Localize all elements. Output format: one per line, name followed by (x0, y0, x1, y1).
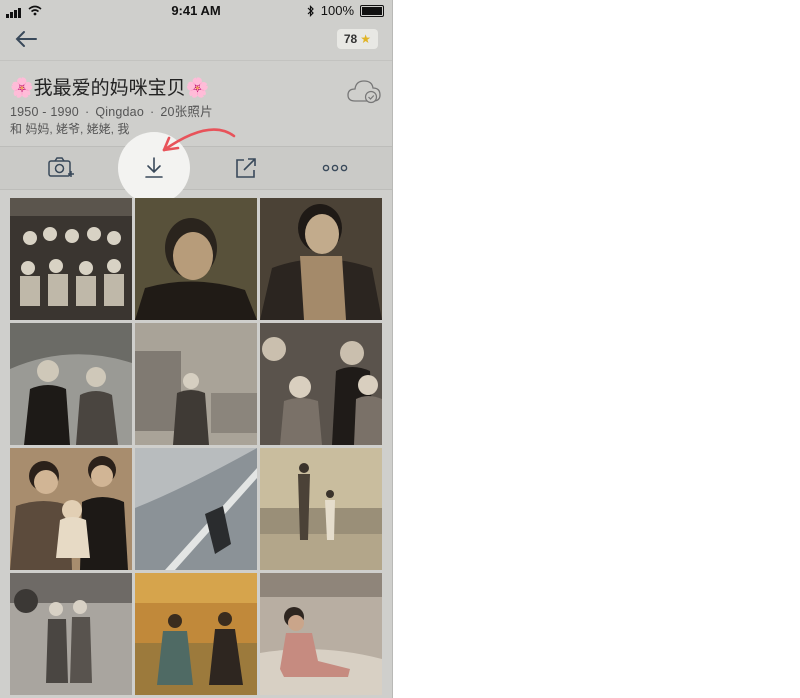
photo-woman-seated-beach (260, 573, 382, 695)
photo-family-with-children (260, 323, 382, 445)
photo-tile[interactable] (10, 323, 132, 445)
photo-tile[interactable] (10, 573, 132, 695)
album-years: 1950 - 1990 (10, 105, 79, 119)
photo-two-women-street (10, 573, 132, 695)
photo-tile[interactable] (10, 198, 132, 320)
back-button[interactable] (14, 26, 38, 54)
add-photo-button[interactable] (47, 156, 75, 182)
meta-separator: · (149, 105, 155, 119)
meta-separator: · (84, 105, 90, 119)
photo-couple-outdoors (10, 323, 132, 445)
more-button[interactable] (322, 156, 350, 182)
photo-tile[interactable] (260, 573, 382, 695)
album-location: Qingdao (95, 105, 144, 119)
photo-couple-beach-sunset (135, 573, 257, 695)
status-bar: 9:41 AM 100% (0, 0, 392, 22)
more-dots-icon (322, 164, 348, 172)
photo-woman-front-building (135, 323, 257, 445)
photo-tile[interactable] (135, 573, 257, 695)
album-photo-count: 20张照片 (160, 105, 213, 119)
pointer-arrow-icon (162, 128, 236, 152)
cloud-check-icon[interactable] (346, 77, 382, 105)
badge-count: 78 (343, 32, 358, 46)
phone-screen: 9:41 AM 100% 78 ★ 🌸我最爱的妈咪宝贝🌸 1950 - 1990 ·… (0, 0, 393, 698)
photo-tile[interactable] (260, 448, 382, 570)
bluetooth-icon (307, 4, 314, 17)
photo-woman-scarf-portrait (260, 198, 382, 320)
photo-tile[interactable] (10, 448, 132, 570)
photo-tile[interactable] (135, 448, 257, 570)
camera-plus-icon (48, 157, 74, 177)
photo-couple-with-baby (10, 448, 132, 570)
battery-percent: 100% (320, 3, 354, 18)
album-title: 🌸我最爱的妈咪宝贝🌸 (10, 78, 210, 99)
photo-tile[interactable] (260, 198, 382, 320)
photo-person-by-wall (135, 448, 257, 570)
photo-tile[interactable] (135, 198, 257, 320)
navigation-bar: 78 ★ (0, 22, 392, 60)
battery-icon (360, 4, 384, 17)
photo-group-portrait (10, 198, 132, 320)
arrow-left-icon (15, 31, 37, 47)
photo-two-figures-landscape (260, 448, 382, 570)
points-badge[interactable]: 78 ★ (336, 29, 378, 49)
album-people: 和 妈妈, 姥爷, 姥姥, 我 (10, 122, 130, 136)
star-icon: ★ (360, 32, 371, 46)
photo-tile[interactable] (135, 323, 257, 445)
photo-tile[interactable] (260, 323, 382, 445)
photo-woman-portrait (135, 198, 257, 320)
